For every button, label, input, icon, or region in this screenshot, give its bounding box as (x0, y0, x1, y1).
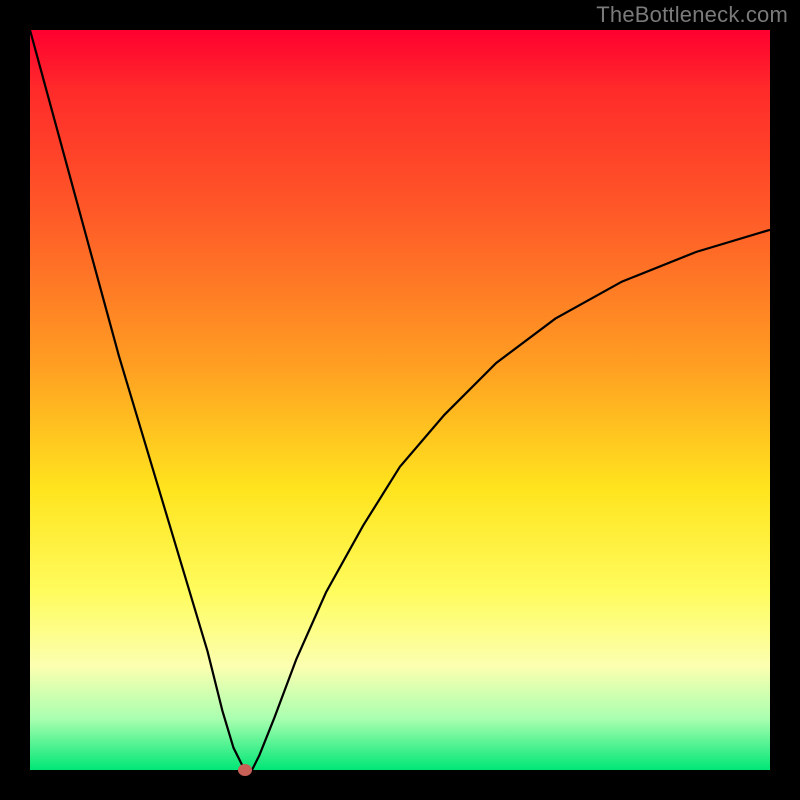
chart-frame: TheBottleneck.com (0, 0, 800, 800)
curve-path (30, 30, 770, 770)
watermark-text: TheBottleneck.com (596, 2, 788, 28)
plot-area (30, 30, 770, 770)
optimum-marker (238, 764, 252, 776)
bottleneck-curve (30, 30, 770, 770)
